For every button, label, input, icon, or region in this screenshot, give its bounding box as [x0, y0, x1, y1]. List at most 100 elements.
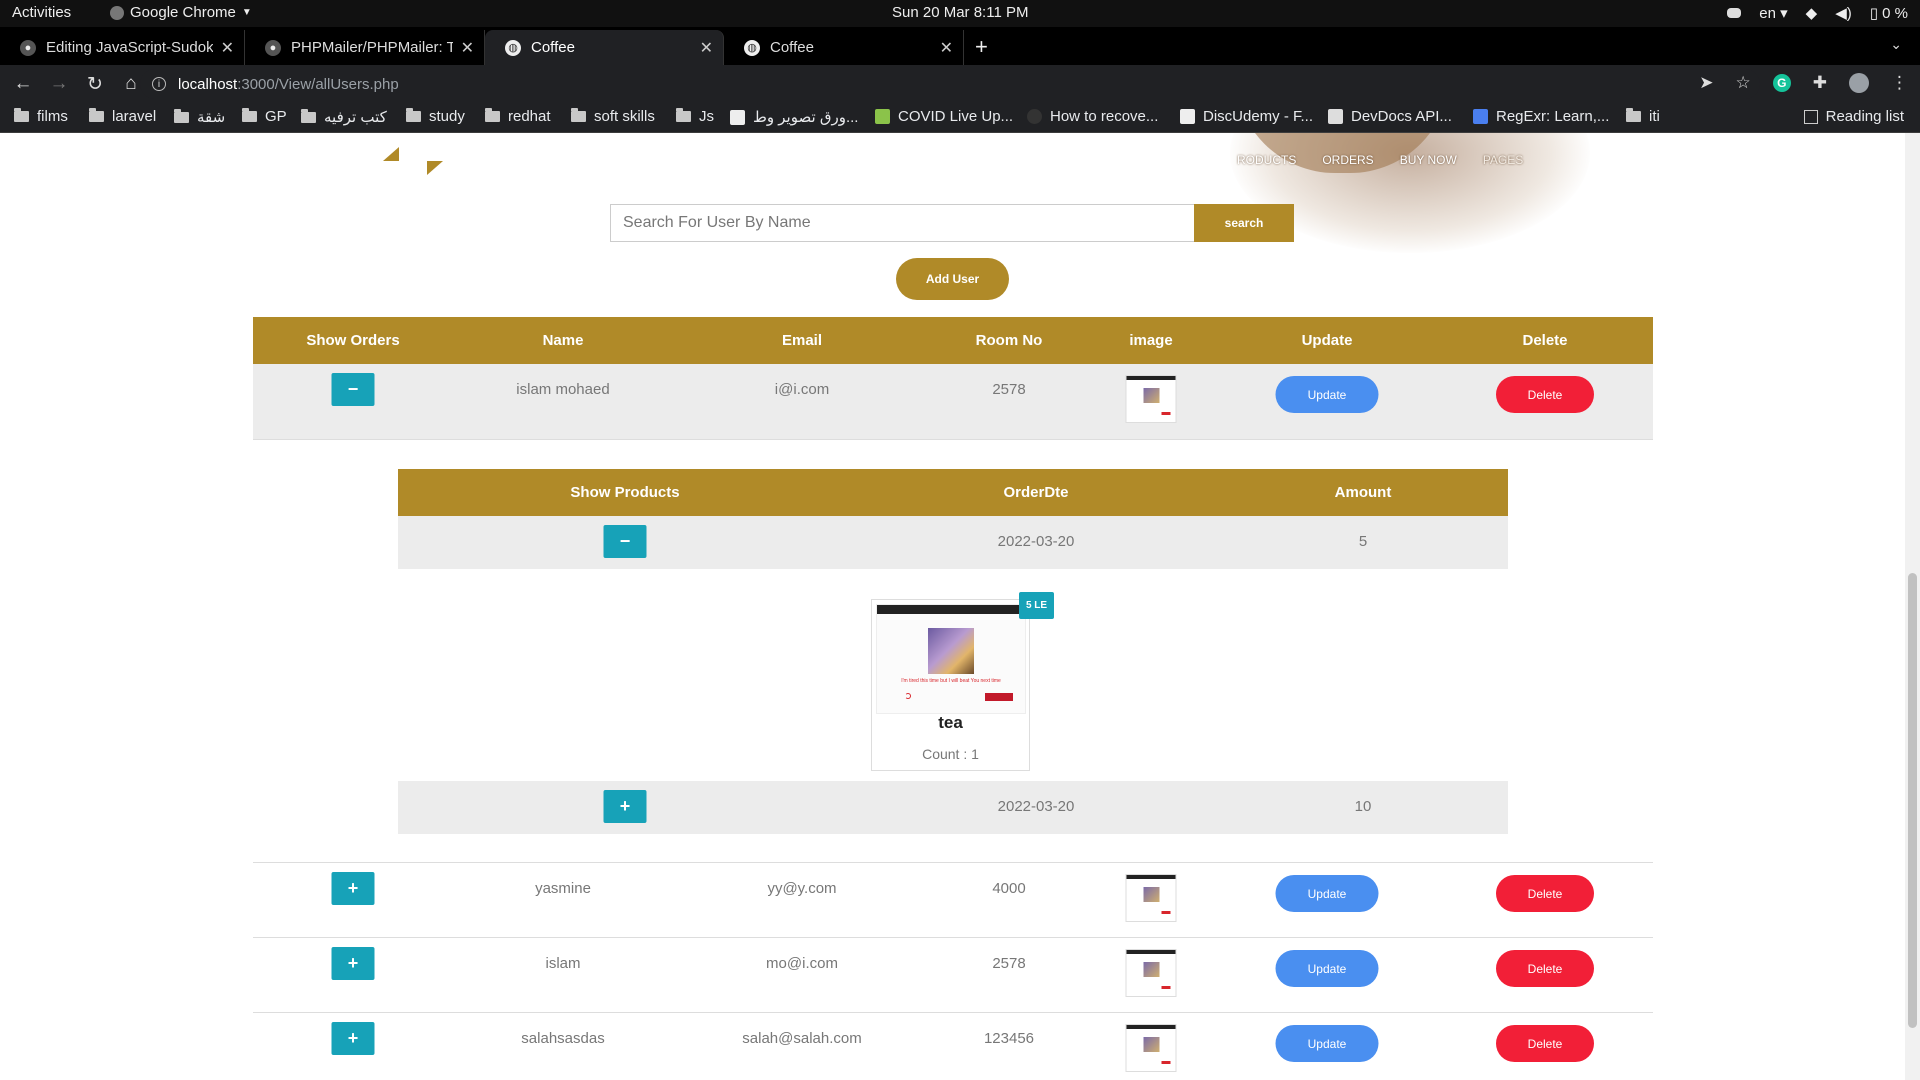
- bookmark-regexr[interactable]: RegExr: Learn,...: [1473, 108, 1609, 125]
- address-bar[interactable]: i localhost:3000/View/allUsers.php: [140, 69, 1760, 99]
- header-image: image: [1129, 332, 1173, 349]
- expand-orders-button[interactable]: +: [331, 872, 375, 905]
- clock[interactable]: Sun 20 Mar 8:11 PM: [892, 4, 1028, 21]
- discord-icon[interactable]: [1727, 8, 1742, 18]
- bookmark-iti[interactable]: iti: [1626, 108, 1660, 125]
- expand-orders-button[interactable]: +: [331, 1022, 375, 1055]
- activities-button[interactable]: Activities: [12, 4, 71, 21]
- nav-pages[interactable]: PAGES: [1483, 153, 1523, 167]
- close-icon[interactable]: ✕: [940, 38, 953, 58]
- users-table: Show Orders Name Email Room No image Upd…: [253, 317, 1653, 1080]
- avatar[interactable]: [1849, 73, 1869, 93]
- user-name: islam: [545, 955, 581, 972]
- nav-orders[interactable]: ORDERS: [1322, 153, 1373, 167]
- globe-icon: ◍: [744, 39, 760, 56]
- table-row: − islam mohaed i@i.com 2578 Update Delet…: [253, 364, 1653, 440]
- header-show-products: Show Products: [570, 484, 680, 501]
- grammarly-icon[interactable]: G: [1772, 74, 1791, 92]
- search-input[interactable]: [610, 204, 1194, 242]
- battery-indicator: ▯ 0 %: [1869, 5, 1908, 22]
- collapse-orders-button[interactable]: −: [331, 373, 375, 406]
- user-image: [1125, 874, 1177, 922]
- table-row: + yasmine yy@y.com 4000 Update Delete: [253, 863, 1653, 938]
- folder-icon: [89, 108, 104, 122]
- nav-buy-now[interactable]: BUY NOW: [1400, 153, 1457, 167]
- star-icon[interactable]: ☆: [1736, 73, 1751, 93]
- kebab-menu-icon[interactable]: ⋮: [1891, 73, 1908, 93]
- new-tab-button[interactable]: +: [975, 34, 988, 60]
- user-image: [1125, 1024, 1177, 1072]
- send-icon[interactable]: ➤: [1699, 73, 1713, 93]
- expand-products-button[interactable]: +: [603, 790, 647, 823]
- order-date: 2022-03-20: [997, 798, 1075, 815]
- bookmark-covid[interactable]: COVID Live Up...: [875, 108, 1013, 125]
- add-user-button[interactable]: Add User: [896, 258, 1009, 300]
- header-email: Email: [781, 332, 823, 349]
- system-tray[interactable]: en ▾ ◆ ◀) ▯ 0 %: [1727, 4, 1908, 22]
- extensions-icon[interactable]: ✚: [1813, 73, 1827, 93]
- bookmark-soft-skills[interactable]: soft skills: [571, 108, 655, 125]
- delete-button[interactable]: Delete: [1496, 950, 1594, 987]
- tab-sudoku[interactable]: ● Editing JavaScript-Sudoku ✕: [0, 30, 245, 65]
- bookmark-films[interactable]: films: [14, 108, 68, 125]
- bookmark-discudemy[interactable]: DiscUdemy - F...: [1180, 108, 1313, 125]
- update-button[interactable]: Update: [1275, 1025, 1379, 1062]
- folder-icon: [571, 108, 586, 122]
- update-button[interactable]: Update: [1275, 950, 1379, 987]
- globe-icon: [1027, 109, 1042, 124]
- products-panel: I'm tired this time but I will beat You …: [398, 569, 1508, 781]
- language-indicator[interactable]: en ▾: [1759, 4, 1787, 22]
- info-icon[interactable]: i: [152, 77, 166, 91]
- bookmark-redhat[interactable]: redhat: [485, 108, 551, 125]
- bookmark-amazon[interactable]: ورق تصوير وط...: [730, 108, 858, 126]
- bookmark-apartment[interactable]: شقة: [174, 108, 225, 126]
- orders-panel: Show Products OrderDte Amount − 2022-03-…: [253, 440, 1653, 863]
- tab-search-chevron-icon[interactable]: ⌄: [1890, 36, 1902, 53]
- header-show-orders: Show Orders: [306, 332, 400, 349]
- user-room: 2578: [992, 381, 1026, 398]
- reload-icon[interactable]: ↻: [82, 73, 108, 96]
- close-icon[interactable]: ✕: [700, 38, 713, 58]
- wifi-icon: ◆: [1805, 5, 1818, 22]
- expand-orders-button[interactable]: +: [331, 947, 375, 980]
- header-delete: Delete: [1522, 332, 1568, 349]
- chrome-icon: [110, 5, 124, 20]
- bookmark-recover[interactable]: How to recove...: [1027, 108, 1158, 125]
- delete-button[interactable]: Delete: [1496, 376, 1594, 413]
- tab-coffee[interactable]: ◍ Coffee ✕: [724, 30, 964, 65]
- delete-button[interactable]: Delete: [1496, 1025, 1594, 1062]
- update-button[interactable]: Update: [1275, 376, 1379, 413]
- header-name: Name: [542, 332, 584, 349]
- user-email: yy@y.com: [767, 880, 837, 897]
- update-button[interactable]: Update: [1275, 875, 1379, 912]
- bookmark-study[interactable]: study: [406, 108, 465, 125]
- product-image: I'm tired this time but I will beat You …: [876, 604, 1026, 714]
- app-menu[interactable]: Google Chrome ▼: [110, 4, 252, 21]
- bookmark-gp[interactable]: GP: [242, 108, 287, 125]
- close-icon[interactable]: ✕: [221, 38, 234, 58]
- page-scrollbar[interactable]: [1905, 133, 1920, 1080]
- tab-coffee-active[interactable]: ◍ Coffee ✕: [485, 30, 724, 65]
- collapse-products-button[interactable]: −: [603, 525, 647, 558]
- reading-list-button[interactable]: Reading list: [1803, 108, 1904, 125]
- browser-toolbar: ← → ↻ ⌂ i localhost:3000/View/allUsers.p…: [0, 65, 1920, 103]
- close-icon[interactable]: ✕: [461, 38, 474, 58]
- delete-button[interactable]: Delete: [1496, 875, 1594, 912]
- table-row: + salahsasdas salah@salah.com 123456 Upd…: [253, 1013, 1653, 1080]
- user-room: 123456: [983, 1030, 1035, 1047]
- user-email: mo@i.com: [766, 955, 838, 972]
- search-button[interactable]: search: [1194, 204, 1294, 242]
- bookmark-laravel[interactable]: laravel: [89, 108, 156, 125]
- bookmark-books[interactable]: كتب ترفيه: [301, 108, 387, 126]
- scrollbar-thumb[interactable]: [1908, 573, 1917, 1028]
- nav-products[interactable]: RODUCTS: [1237, 153, 1296, 167]
- user-email: i@i.com: [774, 381, 830, 398]
- user-room: 4000: [992, 880, 1026, 897]
- folder-icon: [14, 108, 29, 122]
- bookmark-devdocs[interactable]: DevDocs API...: [1328, 108, 1452, 125]
- back-icon[interactable]: ←: [10, 73, 36, 95]
- tab-phpmailer[interactable]: ● PHPMailer/PHPMailer: Th ✕: [245, 30, 485, 65]
- forward-icon[interactable]: →: [46, 73, 72, 95]
- user-room: 2578: [992, 955, 1026, 972]
- bookmark-js[interactable]: Js: [676, 108, 714, 125]
